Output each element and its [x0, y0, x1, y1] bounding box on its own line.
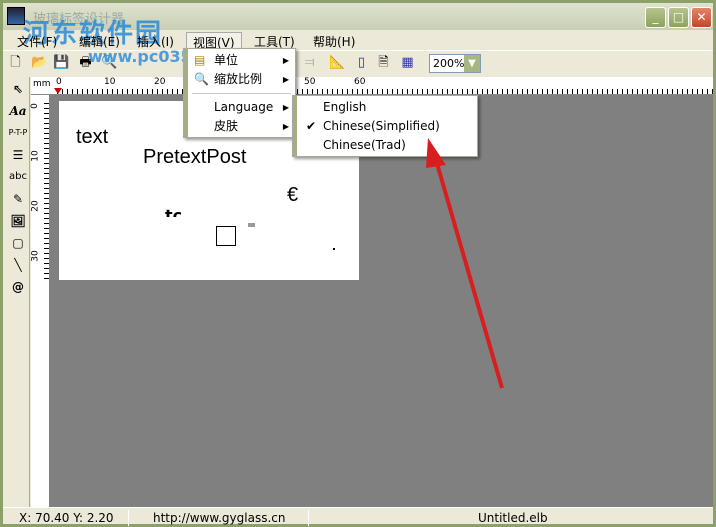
annotation-arrow	[426, 138, 504, 389]
